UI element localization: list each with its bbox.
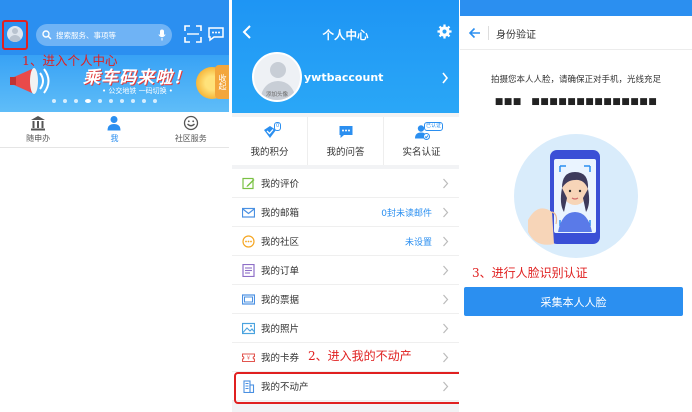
step2-annotation: 2、进入我的不动产 [308,349,412,363]
carousel-dot-active[interactable] [85,99,91,103]
chevron-right-icon[interactable] [441,72,449,84]
chat-bubble-icon [339,126,352,138]
status-bar [460,0,692,16]
step3-annotation: 3、进行人脸识别认证 [472,266,588,280]
face-capture-instruction: 拍摄您本人人脸，请确保正对手机，光线充足 [490,75,661,85]
message-icon[interactable] [207,25,225,43]
back-arrow-icon[interactable] [468,26,482,40]
verified-badge: 已认证 [424,122,444,131]
megaphone-icon [10,68,50,94]
page-title: 身份验证 [496,30,536,41]
chevron-right-icon [443,265,449,275]
search-bar[interactable]: 搜索服务、事项等 [36,24,172,46]
personal-center-header: 个人中心 添加头像 ywtbaccount [232,0,459,113]
avatar-caption[interactable]: 添加头像 [256,90,298,98]
carousel-dot[interactable] [52,99,56,103]
quick-label: 我的积分 [250,147,289,158]
unread-mail-count: 0封未读邮件 [381,208,432,219]
mail-icon [242,207,255,218]
menu-label: 我的邮箱 [261,208,300,219]
quick-label: 实名认证 [402,147,441,158]
edit-icon [242,177,255,189]
masked-identity: ■■■ ■■■■■■■■■■■■■■ [494,97,658,107]
chevron-right-icon [443,236,449,246]
menu-label: 我的不动产 [261,382,309,393]
menu-item-community[interactable]: 我的社区 未设置 [232,227,459,256]
building-icon [243,379,255,393]
banner-subtitle: • 公交地铁 一码切换 • [102,87,173,95]
tab-label: 社区服务 [174,134,207,143]
collapse-tab[interactable]: 收起 [215,65,229,99]
photo-icon [242,322,255,334]
menu-item-photos[interactable]: 我的照片 [232,314,459,343]
svg-text:¥: ¥ [247,355,250,361]
menu-label: 我的社区 [261,237,300,248]
menu-item-mailbox[interactable]: 我的邮箱 0封未读邮件 [232,198,459,227]
community-status: 未设置 [404,237,432,248]
chevron-right-icon [443,207,449,217]
community-chat-icon [242,234,255,248]
chevron-right-icon [443,352,449,362]
menu-item-real-estate[interactable]: 我的不动产 [232,372,459,404]
quick-actions: 0 我的积分 我的问答 已认证 实名认证 [232,117,459,165]
chevron-right-icon [443,323,449,333]
menu-label: 我的票据 [261,295,300,306]
menu-item-reviews[interactable]: 我的评价 [232,169,459,198]
chevron-right-icon [443,381,449,391]
search-placeholder: 搜索服务、事项等 [56,30,116,40]
home-header: 搜索服务、事项等 [0,0,229,55]
carousel-dot[interactable] [131,99,135,103]
quick-qa[interactable]: 我的问答 [308,117,384,165]
carousel-dot[interactable] [142,99,146,103]
menu-item-receipts[interactable]: 我的票据 [232,285,459,314]
carousel-dot[interactable] [63,99,67,103]
personal-center-panel: 个人中心 添加头像 ywtbaccount 0 我的积分 我的问答 已认证 实名… [232,0,459,412]
person-icon [107,116,121,131]
identity-verification-panel: 身份验证 拍摄您本人人脸，请确保正对手机，光线充足 ■■■ ■■■■■■■■■■… [460,0,692,412]
carousel-dot[interactable] [74,99,78,103]
gear-icon[interactable] [437,24,452,39]
personal-menu-list: 我的评价 我的邮箱 0封未读邮件 我的社区 未设置 我的订单 我的票据 我的照片… [232,169,459,404]
carousel-dot[interactable] [109,99,113,103]
capture-face-button[interactable]: 采集本人人脸 [464,287,683,316]
government-building-icon [31,116,46,131]
order-list-icon [242,263,255,277]
menu-item-orders[interactable]: 我的订单 [232,256,459,285]
receipt-icon [242,293,255,305]
profile-entry-highlight[interactable] [2,20,28,50]
carousel-indicator [52,99,157,103]
tab-home[interactable]: 随申办 [0,112,76,147]
tab-label: 随申办 [26,134,51,143]
menu-label: 我的订单 [261,266,300,277]
page-title: 个人中心 [322,28,369,42]
home-screen-panel: 搜索服务、事项等 乘车码来啦！ • 公交地铁 一码切换 • 收起 1、进入个人中… [0,0,229,412]
search-icon [42,30,52,40]
tab-label: 我 [110,134,119,143]
menu-label: 我的照片 [261,324,300,335]
quick-points[interactable]: 0 我的积分 [232,117,308,165]
chevron-right-icon [443,178,449,188]
carousel-dot[interactable] [120,99,124,103]
menu-label: 我的评价 [261,179,300,190]
nav-divider [488,26,489,40]
step1-annotation: 1、进入个人中心 [22,53,118,68]
coupon-icon: ¥ [242,352,255,362]
tab-me[interactable]: 我 [76,112,152,147]
bottom-tab-bar: 随申办 我 社区服务 [0,112,229,148]
quick-label: 我的问答 [326,147,365,158]
carousel-dot[interactable] [98,99,102,103]
tab-community[interactable]: 社区服务 [153,112,229,147]
microphone-icon[interactable] [158,29,166,41]
face-recognition-illustration [514,134,638,258]
community-icon [183,115,198,131]
scan-icon[interactable] [184,25,202,43]
verification-nav: 身份验证 [460,16,692,50]
points-badge: 0 [274,122,282,131]
chevron-right-icon [443,294,449,304]
carousel-dot[interactable] [153,99,157,103]
avatar-icon[interactable] [7,26,23,42]
quick-real-name[interactable]: 已认证 实名认证 [384,117,459,165]
username: ywtbaccount [304,71,384,84]
